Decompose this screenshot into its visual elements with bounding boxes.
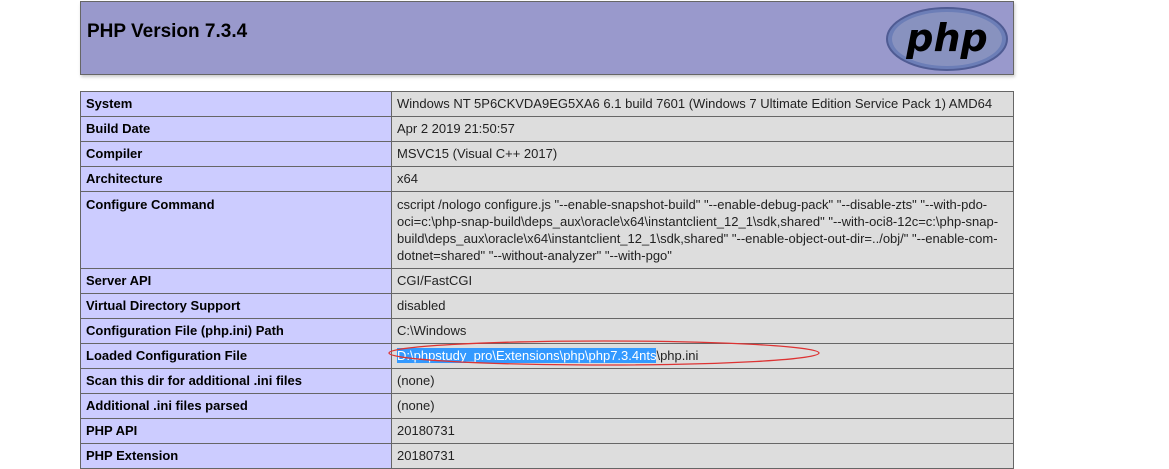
row-key: Compiler	[80, 141, 392, 167]
table-row: Additional .ini files parsed (none)	[80, 393, 1014, 419]
loaded-config-value[interactable]: D:\phpstudy_pro\Extensions\php\php7.3.4n…	[391, 343, 1014, 369]
row-value: C:\Windows	[391, 318, 1014, 344]
table-row: PHP API 20180731	[80, 418, 1014, 444]
selected-text[interactable]: D:\phpstudy_pro\Extensions\php\php7.3.4n…	[397, 348, 657, 363]
row-key: Build Date	[80, 116, 392, 142]
row-value: 20180731	[391, 443, 1014, 469]
table-row: Build Date Apr 2 2019 21:50:57	[80, 116, 1014, 142]
table-row: System Windows NT 5P6CKVDA9EG5XA6 6.1 bu…	[80, 91, 1014, 117]
table-row: Configure Command cscript /nologo config…	[80, 191, 1014, 269]
table-row: Virtual Directory Support disabled	[80, 293, 1014, 319]
php-info-table: System Windows NT 5P6CKVDA9EG5XA6 6.1 bu…	[80, 91, 1014, 469]
row-key: Virtual Directory Support	[80, 293, 392, 319]
table-row: Compiler MSVC15 (Visual C++ 2017)	[80, 141, 1014, 167]
table-row: Configuration File (php.ini) Path C:\Win…	[80, 318, 1014, 344]
php-version-header: PHP Version 7.3.4 php	[80, 1, 1014, 75]
row-value: (none)	[391, 393, 1014, 419]
table-row: Architecture x64	[80, 166, 1014, 192]
row-value: Windows NT 5P6CKVDA9EG5XA6 6.1 build 760…	[391, 91, 1014, 117]
row-key: Architecture	[80, 166, 392, 192]
row-value: MSVC15 (Visual C++ 2017)	[391, 141, 1014, 167]
row-key: Server API	[80, 268, 392, 294]
row-key: Loaded Configuration File	[80, 343, 392, 369]
row-value: CGI/FastCGI	[391, 268, 1014, 294]
row-key: PHP API	[80, 418, 392, 444]
row-value: x64	[391, 166, 1014, 192]
row-key: Configure Command	[80, 191, 392, 269]
page-title: PHP Version 7.3.4	[87, 21, 248, 42]
table-row: Scan this dir for additional .ini files …	[80, 368, 1014, 394]
table-row: Loaded Configuration File D:\phpstudy_pr…	[80, 343, 1014, 369]
svg-text:php: php	[905, 16, 987, 60]
path-rest[interactable]: \php.ini	[656, 348, 698, 363]
row-key: Configuration File (php.ini) Path	[80, 318, 392, 344]
table-row: PHP Extension 20180731	[80, 443, 1014, 469]
row-value: Apr 2 2019 21:50:57	[391, 116, 1014, 142]
row-key: PHP Extension	[80, 443, 392, 469]
row-value: disabled	[391, 293, 1014, 319]
php-logo: php	[886, 7, 1008, 71]
row-value: (none)	[391, 368, 1014, 394]
row-key: Scan this dir for additional .ini files	[80, 368, 392, 394]
table-row: Server API CGI/FastCGI	[80, 268, 1014, 294]
row-key: System	[80, 91, 392, 117]
row-key: Additional .ini files parsed	[80, 393, 392, 419]
row-value: cscript /nologo configure.js "--enable-s…	[391, 191, 1014, 269]
row-value: 20180731	[391, 418, 1014, 444]
